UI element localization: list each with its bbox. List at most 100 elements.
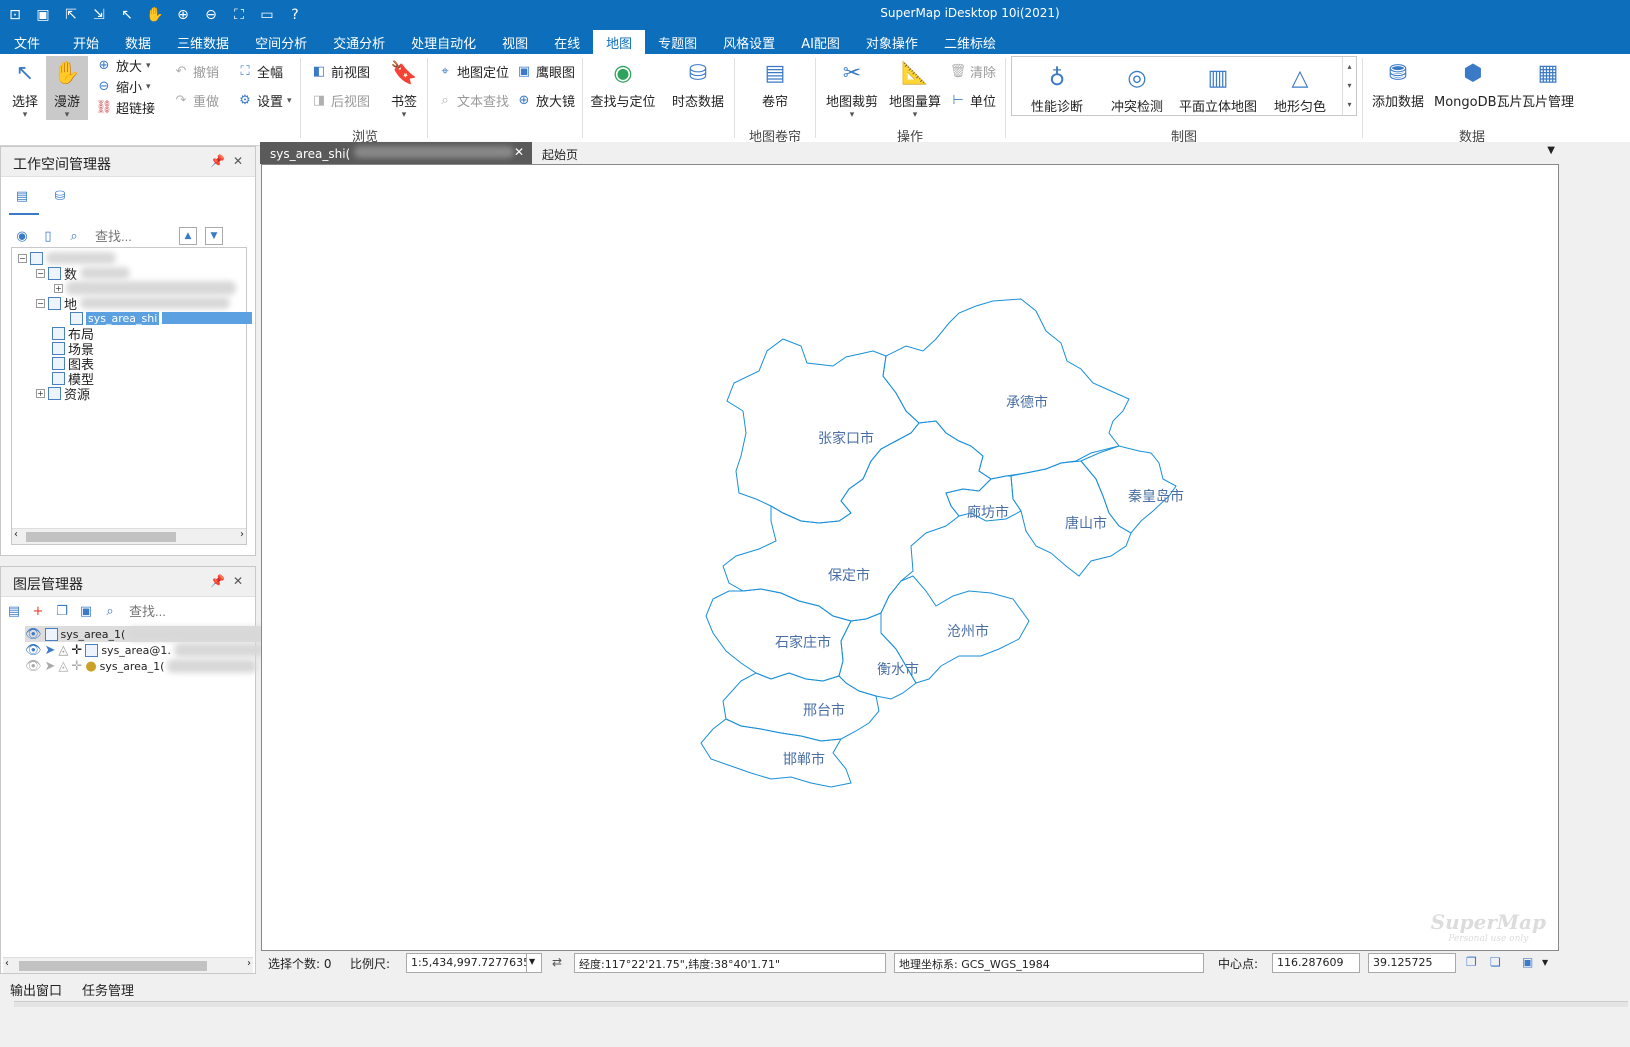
- search-icon[interactable]: ⌕: [101, 602, 119, 620]
- menu-view[interactable]: 视图: [489, 30, 541, 54]
- zoom-out-button[interactable]: ⊖ 缩小 ▾: [96, 77, 151, 96]
- layer-row-point[interactable]: 👁 ➤ ◬ ✛ ● sys_area_1(: [25, 658, 258, 674]
- search-icon[interactable]: ⌕: [65, 227, 83, 245]
- map-measure-button[interactable]: 📐 地图量算 ▾: [888, 58, 942, 121]
- online-workspace-tab-icon[interactable]: ⛁: [51, 187, 69, 205]
- region-xingtai[interactable]: [722, 672, 880, 742]
- scroll-left-icon[interactable]: ‹: [14, 529, 18, 540]
- scroll-left-icon[interactable]: ‹: [5, 958, 9, 969]
- save-map-icon[interactable]: ▣: [1522, 955, 1533, 969]
- redo-button[interactable]: ↷ 重做: [173, 91, 219, 110]
- zoom-in-button[interactable]: ⊕ 放大 ▾: [96, 56, 151, 75]
- scroll-right-icon[interactable]: ›: [240, 529, 244, 540]
- swap-icon[interactable]: ⇄: [552, 955, 562, 969]
- more-options-icon[interactable]: ▼: [1542, 958, 1548, 967]
- paste-icon[interactable]: ❏: [1490, 955, 1501, 969]
- region-baoding[interactable]: [722, 420, 992, 622]
- map-locate-button[interactable]: ⌖ 地图定位: [437, 62, 509, 81]
- scroll-thumb[interactable]: [26, 532, 176, 542]
- eye-icon[interactable]: 👁: [25, 643, 42, 658]
- magnifier-button[interactable]: ⊕ 放大镜: [516, 91, 575, 110]
- layer-props-icon[interactable]: ▣: [77, 602, 95, 620]
- conflict-detect-button[interactable]: ◎ 冲突检测: [1110, 63, 1164, 116]
- scroll-thumb[interactable]: [19, 961, 207, 971]
- menu-start[interactable]: 开始: [60, 30, 112, 54]
- layer-group-row[interactable]: 👁 sys_area_1(: [25, 626, 269, 642]
- add-data-button[interactable]: ⛃ 添加数据: [1370, 58, 1426, 111]
- temporal-data-button[interactable]: ⛁ 时态数据: [672, 58, 724, 111]
- doc-icon[interactable]: ▯: [39, 227, 57, 245]
- workspace-search-input[interactable]: [91, 226, 171, 246]
- menu-traffic-analysis[interactable]: 交通分析: [320, 30, 398, 54]
- menu-ai-style[interactable]: AI配图: [788, 30, 853, 54]
- gallery-scroll[interactable]: ▴ ▾ ▾: [1342, 57, 1356, 115]
- layer-search-input[interactable]: [125, 601, 205, 621]
- menu-object-ops[interactable]: 对象操作: [853, 30, 931, 54]
- flat3d-map-button[interactable]: ▥ 平面立体地图: [1178, 63, 1258, 116]
- tree-resources[interactable]: + 资源: [36, 385, 90, 403]
- eye-icon[interactable]: 👁: [25, 627, 42, 642]
- crs-display[interactable]: 地理坐标系: GCS_WGS_1984: [894, 953, 1204, 973]
- text-search-button[interactable]: ⌕ 文本查找: [437, 91, 509, 110]
- pin-icon[interactable]: 📌: [210, 574, 225, 588]
- tab-output-window[interactable]: 输出窗口: [10, 980, 62, 999]
- perf-diagnose-button[interactable]: ♁ 性能诊断: [1030, 63, 1084, 116]
- view-icon[interactable]: ◉: [13, 227, 31, 245]
- snap-icon[interactable]: ◬: [58, 659, 68, 674]
- menu-spatial-analysis[interactable]: 空间分析: [242, 30, 320, 54]
- bookmark-button[interactable]: 🔖 书签 ▾: [388, 58, 420, 121]
- undo-button[interactable]: ↶ 撤销: [173, 62, 219, 81]
- tab-map-window[interactable]: sys_area_shi( ✕: [260, 142, 532, 164]
- menu-map[interactable]: 地图: [593, 30, 646, 54]
- select-button[interactable]: ↖ 选择 ▾: [8, 58, 42, 121]
- edit-icon[interactable]: ✛: [71, 659, 82, 674]
- clear-button[interactable]: 🗑 清除: [950, 62, 996, 81]
- menu-plotting[interactable]: 二维标绘: [931, 30, 1009, 54]
- center-y-input[interactable]: 39.125725: [1368, 953, 1456, 973]
- menu-data[interactable]: 数据: [112, 30, 164, 54]
- tab-start-page[interactable]: 起始页: [532, 142, 612, 164]
- menu-file[interactable]: 文件: [0, 30, 60, 54]
- layer-hscrollbar[interactable]: ‹ ›: [3, 957, 253, 973]
- tree-map-item[interactable]: sys_area_shi: [70, 310, 253, 326]
- layer-group-icon[interactable]: ❐: [53, 602, 71, 620]
- selectable-icon[interactable]: ➤: [45, 643, 56, 658]
- eye-hidden-icon[interactable]: 👁: [25, 659, 42, 674]
- menu-3d-data[interactable]: 三维数据: [164, 30, 242, 54]
- tree-datasource-child[interactable]: +: [54, 280, 236, 296]
- scale-input[interactable]: 1:5,434,997.72776351: [406, 953, 540, 973]
- region-handan[interactable]: [700, 718, 852, 788]
- map-view[interactable]: 承德市 张家口市 秦皇岛市 廊坊市 唐山市 保定市 沧州市 石家庄市 衡水市 邢…: [261, 164, 1559, 951]
- tab-task-manager[interactable]: 任务管理: [82, 980, 134, 999]
- copy-icon[interactable]: ❐: [1466, 955, 1477, 969]
- full-extent-button[interactable]: ⛶ 全幅: [237, 62, 283, 81]
- menu-automation[interactable]: 处理自动化: [398, 30, 489, 54]
- scroll-right-icon[interactable]: ›: [247, 958, 251, 969]
- pan-button[interactable]: ✋ 漫游 ▾: [46, 56, 88, 120]
- menu-online[interactable]: 在线: [541, 30, 593, 54]
- add-layer-icon[interactable]: +: [29, 602, 47, 620]
- eagle-eye-button[interactable]: ▣ 鹰眼图: [516, 62, 575, 81]
- tree-datasources[interactable]: − 数: [36, 265, 131, 283]
- swipe-button[interactable]: ▤ 卷帘: [758, 58, 792, 111]
- close-icon[interactable]: ✕: [233, 154, 243, 168]
- next-view-button[interactable]: ◨ 后视图: [311, 91, 370, 110]
- tabs-dropdown-icon[interactable]: ▼: [1547, 145, 1555, 156]
- workspace-tab-icon[interactable]: ▤: [13, 187, 31, 205]
- tile-manage-button[interactable]: ▦ 瓦片管理: [1520, 58, 1576, 111]
- region-chengde[interactable]: [882, 298, 1130, 480]
- terrain-color-button[interactable]: △ 地形匀色: [1272, 63, 1328, 116]
- map-clip-button[interactable]: ✂ 地图裁剪 ▾: [825, 58, 879, 121]
- unit-button[interactable]: ⊢ 单位: [950, 91, 996, 110]
- workspace-hscrollbar[interactable]: ‹ ›: [12, 528, 246, 544]
- layer-row-region[interactable]: 👁 ➤ ◬ ✛ sys_area@1.: [25, 642, 264, 658]
- prev-view-button[interactable]: ◧ 前视图: [311, 62, 370, 81]
- find-locate-button[interactable]: ◉ 查找与定位: [590, 58, 656, 111]
- close-icon[interactable]: ✕: [233, 574, 243, 588]
- edit-icon[interactable]: ✛: [71, 643, 82, 658]
- close-icon[interactable]: ✕: [514, 145, 524, 159]
- tree-maps[interactable]: − 地: [36, 295, 231, 313]
- arrow-down-icon[interactable]: ▼: [205, 227, 223, 245]
- center-x-input[interactable]: 116.287609: [1272, 953, 1360, 973]
- mongodb-tile-button[interactable]: ⬢ MongoDB瓦片: [1434, 58, 1523, 111]
